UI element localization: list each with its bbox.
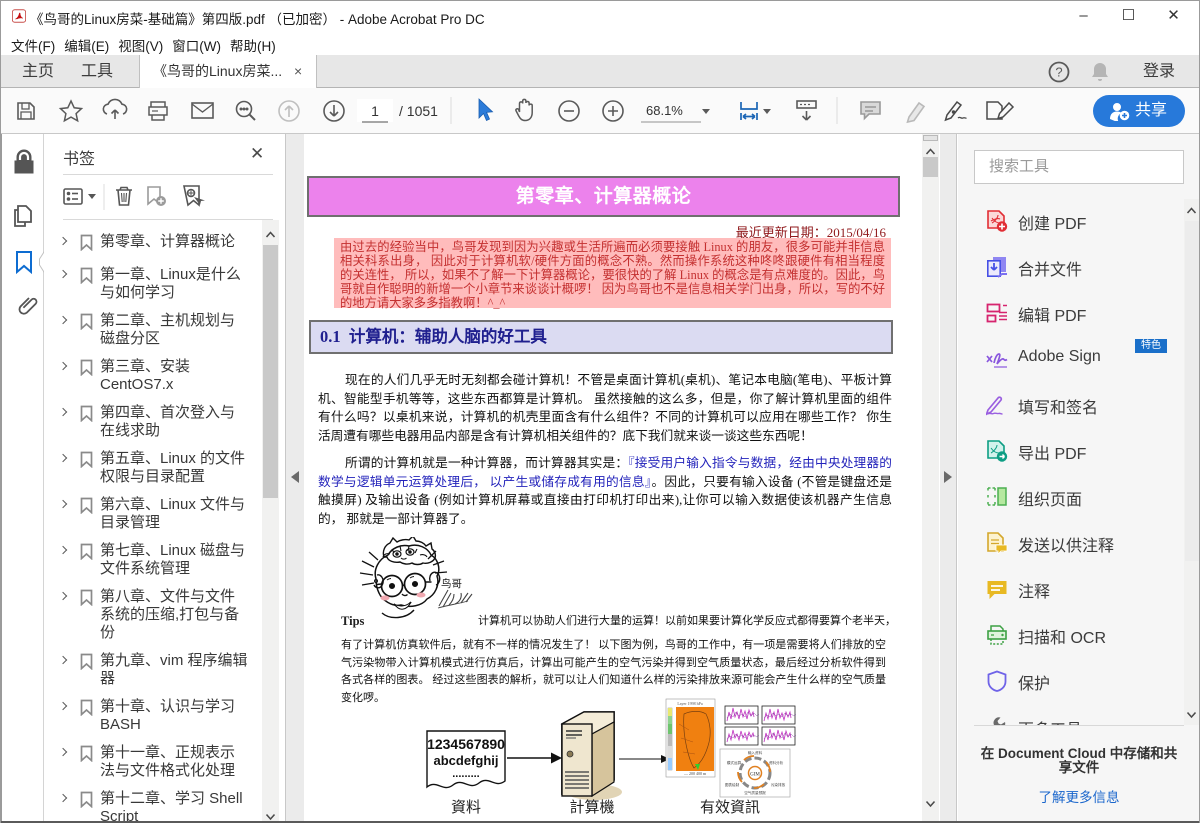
svg-text:有效資訊: 有效資訊: [700, 799, 760, 816]
svg-text:.........: .........: [452, 768, 480, 780]
svg-text:模式运算: 模式运算: [727, 760, 742, 765]
svg-text:GIM: GIM: [750, 773, 760, 778]
svg-text:图表绘制: 图表绘制: [725, 782, 740, 787]
svg-text:abcdefghij: abcdefghij: [433, 753, 498, 768]
svg-text:計算機: 計算機: [569, 798, 614, 816]
svg-text:资料分析: 资料分析: [769, 760, 784, 765]
svg-text:1: 1: [371, 103, 379, 119]
svg-text:1234567890: 1234567890: [427, 736, 505, 752]
svg-text:68.1%: 68.1%: [646, 103, 683, 118]
svg-text:鸟哥: 鸟哥: [441, 577, 462, 590]
svg-text:空气质量预报: 空气质量预报: [744, 790, 766, 795]
svg-text:資料: 資料: [451, 799, 481, 816]
svg-text:?: ?: [1055, 65, 1062, 80]
svg-text:污染排放: 污染排放: [771, 782, 786, 787]
svg-text:输入资料: 输入资料: [748, 750, 763, 755]
svg-text:Layer 1998 hPa: Layer 1998 hPa: [677, 701, 703, 706]
svg-text:— 200 400 m: — 200 400 m: [683, 771, 707, 776]
svg-text:/ 1051: / 1051: [399, 103, 438, 119]
